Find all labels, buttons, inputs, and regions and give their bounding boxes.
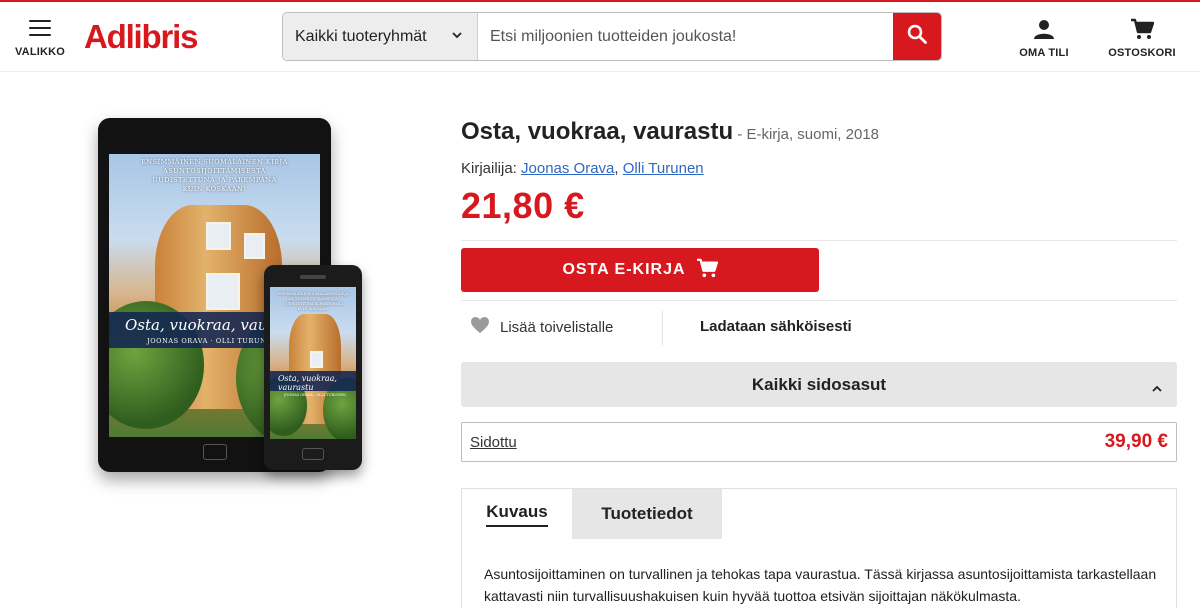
delivery-info: Ladataan sähköisesti bbox=[700, 318, 852, 335]
phone-cover-tagline-4: KUIN KOSKAAN! bbox=[297, 307, 329, 311]
title-row: Osta, vuokraa, vaurastu - E-kirja, suomi… bbox=[461, 118, 1177, 146]
product-info: Osta, vuokraa, vaurastu - E-kirja, suomi… bbox=[461, 118, 1177, 227]
divider bbox=[461, 240, 1177, 241]
author-link-2[interactable]: Olli Turunen bbox=[623, 160, 704, 177]
user-icon bbox=[1033, 20, 1055, 44]
phone-home-button bbox=[302, 448, 324, 460]
cart-icon bbox=[696, 258, 718, 283]
tab-product-details[interactable]: Tuotetiedot bbox=[572, 489, 722, 539]
buy-button-label: OSTA E-KIRJA bbox=[562, 261, 686, 278]
hamburger-icon bbox=[29, 20, 51, 36]
phone-screen: ENSIMMÄINEN SUOMALAINEN KIRJA ASUNTOSIJO… bbox=[270, 287, 356, 439]
cover-tagline-3: UUDISTETTUNA JA PAREMPANA bbox=[152, 176, 277, 184]
tab-description[interactable]: Kuvaus bbox=[462, 489, 572, 539]
author-line: Kirjailija: Joonas Orava, Olli Turunen bbox=[461, 160, 1177, 177]
divider bbox=[461, 300, 1177, 301]
site-header: VALIKKO Adlibris Kaikki tuoteryhmät OMA … bbox=[0, 2, 1200, 72]
search-button[interactable] bbox=[893, 13, 941, 60]
search-bar: Kaikki tuoteryhmät bbox=[282, 12, 942, 61]
all-bindings-toggle[interactable]: Kaikki sidosasut bbox=[461, 362, 1177, 407]
product-tabs: Kuvaus Tuotetiedot Asuntosijoittaminen o… bbox=[461, 488, 1177, 608]
cover-tagline-1: ENSIMMÄINEN SUOMALAINEN KIRJA bbox=[141, 158, 288, 166]
product-price: 21,80 € bbox=[461, 185, 585, 226]
authors-prefix: Kirjailija: bbox=[461, 160, 522, 177]
phone-cover-title: Osta, vuokraa, vaurastu bbox=[278, 374, 337, 392]
menu-button[interactable]: VALIKKO bbox=[12, 20, 68, 60]
product-title: Osta, vuokraa, vaurastu bbox=[461, 118, 734, 145]
phone-cover-tagline-3: UUDISTETTUNA JA PAREMPANA bbox=[282, 302, 344, 306]
author-separator: , bbox=[614, 160, 623, 177]
phone-cover-tagline-1: ENSIMMÄINEN SUOMALAINEN KIRJA bbox=[277, 292, 349, 296]
tab-row: Kuvaus Tuotetiedot bbox=[462, 489, 1176, 539]
binding-option-hardcover[interactable]: Sidottu 39,90 € bbox=[461, 422, 1177, 462]
category-select-value: Kaikki tuoteryhmät bbox=[295, 27, 427, 45]
buy-ebook-button[interactable]: OSTA E-KIRJA bbox=[461, 248, 819, 292]
phone-mockup: ENSIMMÄINEN SUOMALAINEN KIRJA ASUNTOSIJO… bbox=[264, 265, 362, 470]
product-format: - E-kirja, suomi, 2018 bbox=[733, 126, 880, 143]
search-icon bbox=[906, 23, 928, 50]
book-cover-small: ENSIMMÄINEN SUOMALAINEN KIRJA ASUNTOSIJO… bbox=[270, 287, 356, 439]
binding-price: 39,90 € bbox=[1104, 431, 1168, 452]
cover-tagline-4: KUIN KOSKAAN! bbox=[182, 185, 247, 193]
search-input[interactable] bbox=[478, 13, 893, 60]
phone-cover-authors: JOONAS ORAVA · OLLI TURUNEN bbox=[284, 393, 346, 397]
author-link-1[interactable]: Joonas Orava bbox=[521, 160, 614, 177]
account-label: OMA TILI bbox=[1019, 47, 1069, 59]
bindings-label: Kaikki sidosasut bbox=[751, 374, 887, 394]
heart-icon bbox=[470, 316, 490, 338]
chevron-down-icon bbox=[451, 28, 463, 46]
chevron-up-icon bbox=[1151, 379, 1163, 399]
phone-cover-tagline-2: ASUNTOSIJOITTAMISESTA bbox=[288, 297, 338, 301]
add-to-wishlist-button[interactable]: Lisää toivelistalle bbox=[470, 316, 613, 338]
site-logo[interactable]: Adlibris bbox=[84, 18, 198, 56]
category-select[interactable]: Kaikki tuoteryhmät bbox=[283, 13, 478, 60]
cart-icon bbox=[1130, 18, 1155, 44]
phone-cover-title-band: Osta, vuokraa, vaurastu JOONAS ORAVA · O… bbox=[270, 371, 356, 397]
account-button[interactable]: OMA TILI bbox=[1010, 18, 1078, 59]
cover-tagline-2: ASUNTOSIJOITTAMISESTA bbox=[163, 167, 266, 175]
vertical-divider bbox=[662, 311, 663, 345]
cart-button[interactable]: OSTOSKORI bbox=[1102, 18, 1182, 59]
wishlist-label: Lisää toivelistalle bbox=[500, 318, 614, 336]
product-description: Asuntosijoittaminen on turvallinen ja te… bbox=[484, 566, 1157, 604]
cart-label: OSTOSKORI bbox=[1108, 47, 1176, 59]
tab-description-label: Kuvaus bbox=[486, 502, 548, 527]
tablet-home-button bbox=[203, 444, 227, 460]
product-image[interactable]: ENSIMMÄINEN SUOMALAINEN KIRJA ASUNTOSIJO… bbox=[86, 112, 406, 492]
menu-label: VALIKKO bbox=[14, 46, 66, 58]
tab-details-label: Tuotetiedot bbox=[601, 504, 693, 523]
binding-name[interactable]: Sidottu bbox=[470, 434, 517, 451]
